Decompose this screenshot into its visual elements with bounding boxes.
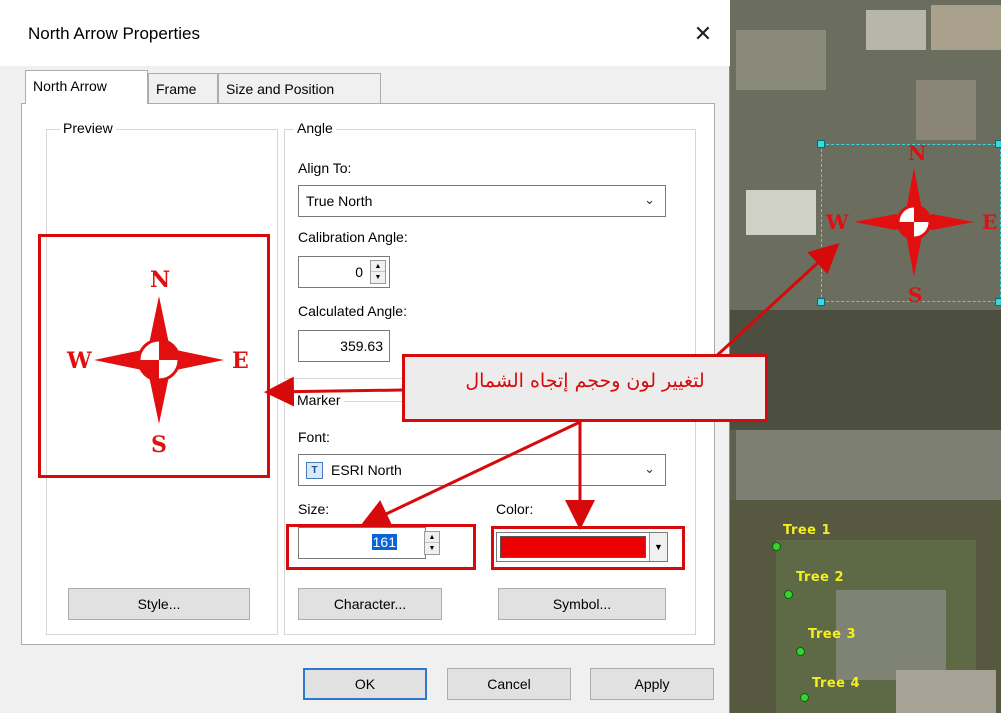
title-bar[interactable]: North Arrow Properties ✕ xyxy=(0,0,730,66)
tab-label: Size and Position xyxy=(226,81,335,97)
map-north-arrow[interactable]: N S W E xyxy=(824,140,1001,305)
preview-group-label: Preview xyxy=(60,120,116,136)
align-to-select[interactable]: True North ⌄ xyxy=(298,185,666,217)
map-north-letter-w: W xyxy=(825,210,849,234)
dialog-title: North Arrow Properties xyxy=(28,24,200,43)
tree-label: Tree 3 xyxy=(808,627,857,642)
symbol-button[interactable]: Symbol... xyxy=(498,588,666,620)
tree-point[interactable] xyxy=(800,693,809,702)
annotation-callout-text: لتغيير لون وحجم إتجاه الشمال xyxy=(465,370,705,392)
ok-button-label: OK xyxy=(354,676,376,692)
size-label: Size: xyxy=(298,501,330,517)
chevron-down-icon: ⌄ xyxy=(644,461,655,476)
tab-label: Frame xyxy=(156,81,197,97)
calculated-angle-label: Calculated Angle: xyxy=(298,303,407,319)
font-label: Font: xyxy=(298,429,330,445)
font-value: ESRI North xyxy=(331,462,402,478)
spin-up-icon[interactable]: ▲ xyxy=(371,261,385,272)
tab-frame[interactable]: Frame xyxy=(148,73,218,103)
map-north-letter-n: N xyxy=(908,141,926,165)
tree-point[interactable] xyxy=(772,542,781,551)
calibration-angle-stepper[interactable]: ▲ ▼ xyxy=(370,260,386,284)
cancel-button-label: Cancel xyxy=(487,676,531,692)
map-north-letter-s: S xyxy=(908,283,922,305)
tab-size-and-position[interactable]: Size and Position xyxy=(218,73,381,103)
map-north-letter-e: E xyxy=(982,210,997,234)
calibration-angle-value: 0 xyxy=(355,264,363,280)
tab-north-arrow[interactable]: North Arrow xyxy=(25,70,148,104)
tree-label: Tree 1 xyxy=(783,523,832,538)
annotation-box-color xyxy=(491,526,685,570)
annotation-box-size xyxy=(286,524,476,570)
character-button-label: Character... xyxy=(333,596,407,612)
close-button[interactable]: ✕ xyxy=(683,16,723,52)
calculated-angle-value: 359.63 xyxy=(340,338,383,354)
color-label: Color: xyxy=(496,501,534,517)
apply-button[interactable]: Apply xyxy=(590,668,714,700)
align-to-label: Align To: xyxy=(298,160,352,176)
font-type-icon: T xyxy=(306,462,323,479)
tab-label: North Arrow xyxy=(33,78,107,94)
close-icon: ✕ xyxy=(693,21,713,46)
font-select[interactable]: T ESRI North ⌄ xyxy=(298,454,666,486)
annotation-box-preview xyxy=(38,234,270,478)
spin-down-icon[interactable]: ▼ xyxy=(371,272,385,283)
style-button-label: Style... xyxy=(137,596,181,612)
apply-button-label: Apply xyxy=(634,676,670,692)
tree-label: Tree 4 xyxy=(812,676,861,691)
angle-group-label: Angle xyxy=(294,120,336,136)
calculated-angle-field: 359.63 xyxy=(298,330,390,362)
annotation-callout: لتغيير لون وحجم إتجاه الشمال xyxy=(402,354,768,422)
style-button[interactable]: Style... xyxy=(68,588,250,620)
align-to-value: True North xyxy=(306,193,373,209)
tree-point[interactable] xyxy=(784,590,793,599)
character-button[interactable]: Character... xyxy=(298,588,442,620)
tree-point[interactable] xyxy=(796,647,805,656)
cancel-button[interactable]: Cancel xyxy=(447,668,571,700)
tree-label: Tree 2 xyxy=(796,570,845,585)
ok-button[interactable]: OK xyxy=(303,668,427,700)
symbol-button-label: Symbol... xyxy=(552,596,612,612)
calibration-angle-label: Calibration Angle: xyxy=(298,229,408,245)
marker-group-label: Marker xyxy=(294,392,344,408)
chevron-down-icon: ⌄ xyxy=(644,192,655,207)
